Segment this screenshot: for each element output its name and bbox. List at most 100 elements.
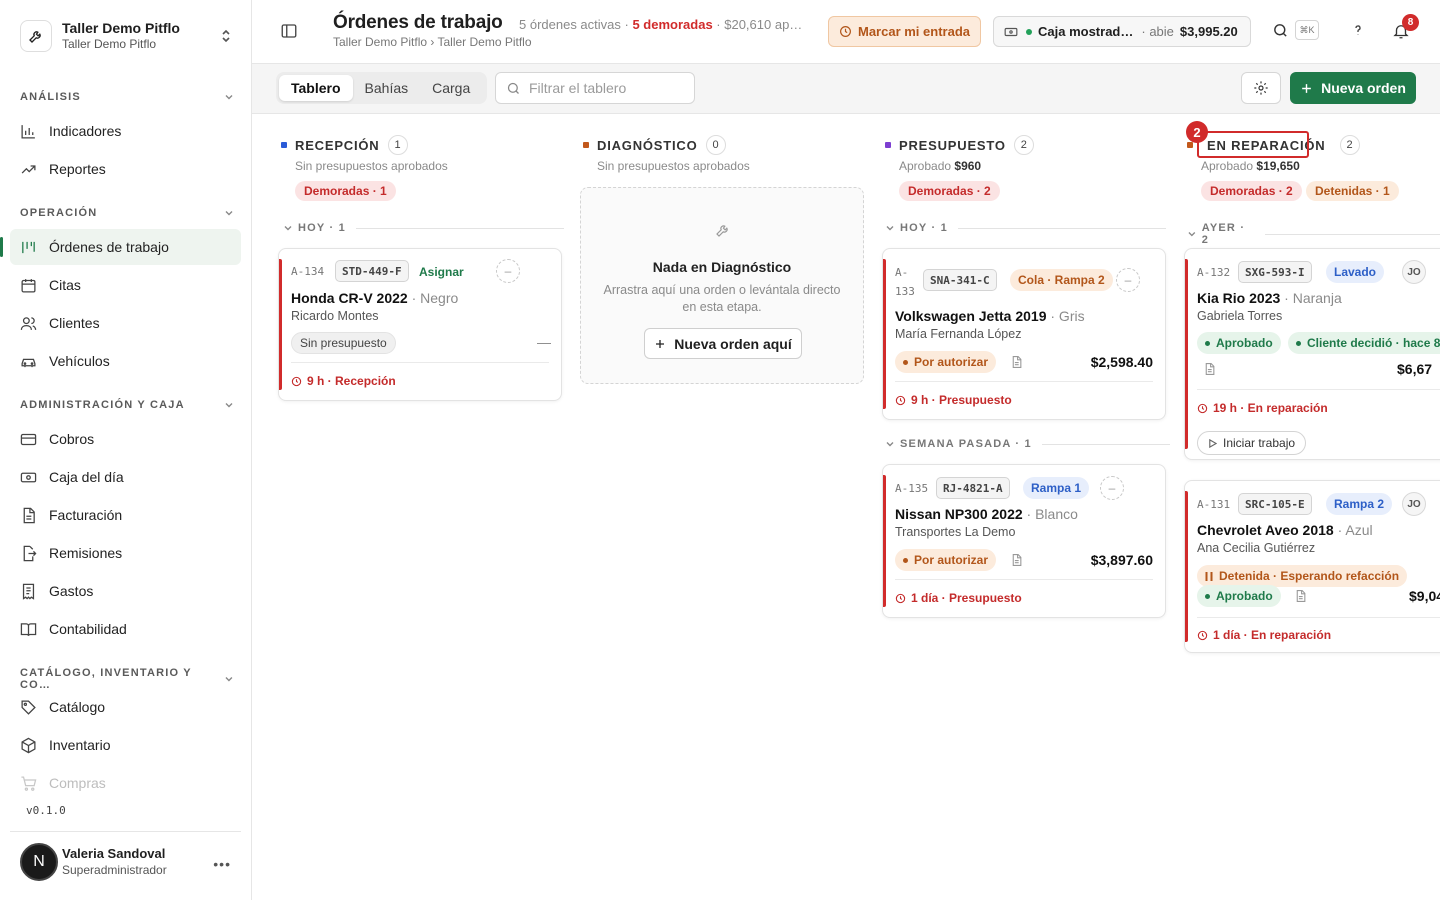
search-icon[interactable]	[1272, 22, 1289, 39]
receipt-icon	[22, 583, 35, 600]
document-icon[interactable]	[1203, 362, 1216, 376]
clock-icon	[291, 376, 302, 386]
late-filter-pill[interactable]: Demoradas · 2	[1201, 181, 1302, 201]
order-card-a133[interactable]: A- 133 SNA-341-C Cola · Rampa 2 – Volkswa…	[882, 248, 1166, 420]
new-order-label: Nueva orden	[1321, 80, 1406, 96]
app-version: v0.1.0	[26, 804, 66, 817]
sidebar-item-indicadores[interactable]: Indicadores	[10, 113, 241, 149]
sidebar-item-reportes[interactable]: Reportes	[10, 151, 241, 187]
caja-amount: $3,995.20	[1179, 24, 1238, 39]
group-header[interactable]: HOY · 1	[885, 222, 1166, 234]
elapsed-time: 1 día · Presupuesto	[895, 591, 1022, 605]
sidebar-item-compras[interactable]: Compras	[10, 765, 241, 801]
search-icon	[507, 82, 519, 94]
board-settings-button[interactable]	[1241, 72, 1281, 104]
budget-status-tag: Sin presupuesto	[291, 332, 396, 354]
sidebar-item-catalogo[interactable]: Catálogo	[10, 689, 241, 725]
divider	[957, 227, 1166, 229]
sidebar-toggle-icon[interactable]	[280, 22, 298, 40]
tab-carga[interactable]: Carga	[420, 75, 482, 101]
assign-tech-icon[interactable]: –	[1100, 476, 1124, 500]
order-card-a135[interactable]: A-135 RJ-4821-A Rampa 1 – Nissan NP300 2…	[882, 464, 1166, 618]
credit-card-icon	[20, 433, 37, 445]
meta-separator: ·	[712, 17, 725, 32]
tag-icon	[21, 699, 36, 715]
breadcrumb[interactable]: Taller Demo Pitflo › Taller Demo Pitflo	[333, 35, 532, 49]
status-square	[885, 142, 891, 148]
document-icon[interactable]	[1294, 589, 1307, 603]
section-administracion[interactable]: ADMINISTRACIÓN Y CAJA	[20, 399, 234, 411]
cash-register-selector[interactable]: Caja mostrad… · abie $3,995.20	[993, 16, 1251, 47]
assign-link[interactable]: Asignar	[419, 265, 464, 279]
order-code: A-132	[1197, 266, 1231, 279]
column-title: RECEPCIÓN	[295, 137, 380, 153]
late-filter-pill[interactable]: Demoradas · 2	[899, 181, 1000, 201]
order-code: A-134	[291, 265, 325, 278]
more-icon[interactable]: •••	[213, 856, 231, 872]
cash-icon	[1004, 27, 1018, 36]
sidebar-item-vehiculos[interactable]: Vehículos	[10, 343, 241, 379]
tab-bahias[interactable]: Bahías	[353, 75, 421, 101]
user-menu[interactable]: N Valeria Sandoval Superadministrador ••…	[10, 831, 241, 891]
held-filter-pill[interactable]: Detenidas · 1	[1306, 181, 1399, 201]
group-header[interactable]: AYER · 2	[1187, 222, 1440, 246]
column-count: 0	[705, 135, 726, 155]
sidebar-item-facturacion[interactable]: Facturación	[10, 497, 241, 533]
start-work-button[interactable]: Iniciar trabajo	[1197, 431, 1307, 455]
elapsed-time: 9 h · Recepción	[291, 374, 396, 388]
sidebar-item-caja[interactable]: Caja del día	[10, 459, 241, 495]
technician-avatar[interactable]: JO	[1402, 260, 1426, 284]
column-header-recepcion: RECEPCIÓN 1	[281, 135, 408, 155]
highlight-box	[1197, 131, 1309, 158]
board-filter-input[interactable]: Filtrar el tablero	[495, 72, 695, 104]
help-icon[interactable]	[1350, 22, 1366, 38]
document-icon[interactable]	[1010, 355, 1023, 369]
sidebar-item-clientes[interactable]: Clientes	[10, 305, 241, 341]
plate-badge: SXG-593-I	[1238, 261, 1312, 283]
column-title: DIAGNÓSTICO	[597, 137, 698, 153]
section-catalogo[interactable]: CATÁLOGO, INVENTARIO Y CO…	[20, 667, 234, 691]
new-order-here-button[interactable]: Nueva orden aquí	[644, 328, 802, 359]
plate-badge: STD-449-F	[335, 260, 409, 282]
vehicle-model: Kia Rio 2023	[1197, 290, 1281, 306]
clock-in-button[interactable]: Marcar mi entrada	[828, 16, 981, 47]
section-analisis[interactable]: ANÁLISIS	[20, 91, 234, 103]
sidebar-item-inventario[interactable]: Inventario	[10, 727, 241, 763]
elapsed-label: 19 h · En reparación	[1213, 401, 1328, 415]
group-label: AYER · 2	[1201, 222, 1246, 246]
document-icon[interactable]	[1010, 553, 1023, 567]
vehicle-color: · Negro	[407, 290, 459, 306]
sidebar-item-cobros[interactable]: Cobros	[10, 421, 241, 457]
order-card-a134[interactable]: A-134 STD-449-F Asignar – Honda CR-V 202…	[278, 248, 562, 401]
order-card-a132[interactable]: A-132 SXG-593-I Lavado JO Kia Rio 2023 ·…	[1184, 248, 1440, 460]
group-header[interactable]: SEMANA PASADA · 1	[885, 438, 1170, 450]
car-icon	[21, 358, 36, 367]
order-total: $2,598.40	[1090, 354, 1153, 370]
sidebar-item-label: Citas	[49, 277, 81, 293]
bar-chart-icon	[21, 124, 35, 139]
sidebar-item-label: Gastos	[49, 583, 94, 599]
group-header[interactable]: HOY · 1	[283, 222, 564, 234]
vehicle-name: Volkswagen Jetta 2019 · Gris	[895, 308, 1085, 324]
workspace-switcher[interactable]: Taller Demo Pitflo Taller Demo Pitflo	[20, 16, 240, 56]
order-code-part: 133	[895, 285, 915, 298]
assign-tech-icon[interactable]: –	[1116, 268, 1140, 292]
section-operacion[interactable]: OPERACIÓN	[20, 207, 234, 219]
sidebar-item-contabilidad[interactable]: Contabilidad	[10, 611, 241, 647]
new-order-button[interactable]: Nueva orden	[1290, 72, 1416, 104]
divider	[895, 381, 1153, 382]
assign-tech-icon[interactable]: –	[496, 259, 520, 283]
sidebar-item-ordenes[interactable]: Órdenes de trabajo	[0, 229, 241, 265]
sidebar-item-gastos[interactable]: Gastos	[10, 573, 241, 609]
vehicle-model: Chevrolet Aveo 2018	[1197, 522, 1334, 538]
sidebar-item-citas[interactable]: Citas	[10, 267, 241, 303]
column-subtitle: Sin presupuestos aprobados	[295, 159, 448, 173]
divider	[895, 579, 1153, 580]
order-card-a131[interactable]: A-131 SRC-105-E Rampa 2 JO Chevrolet Ave…	[1184, 480, 1440, 653]
sidebar-item-remisiones[interactable]: Remisiones	[10, 535, 241, 571]
late-filter-pill[interactable]: Demoradas · 1	[295, 181, 396, 201]
technician-avatar[interactable]: JO	[1402, 492, 1426, 516]
chevron-down-icon	[225, 403, 233, 408]
plus-icon	[1302, 83, 1311, 93]
tab-tablero[interactable]: Tablero	[279, 75, 353, 101]
